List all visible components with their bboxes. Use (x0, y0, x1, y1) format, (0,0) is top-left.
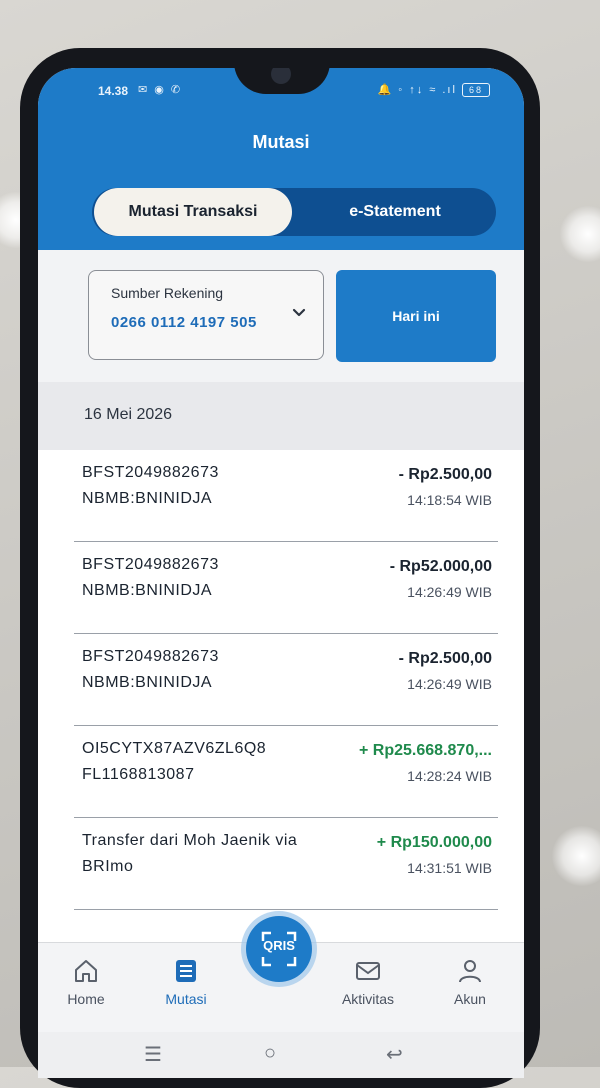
light-reflection (552, 826, 600, 886)
nav-home-label: Home (67, 991, 105, 1007)
transaction-amount: + Rp150.000,00 (376, 834, 492, 851)
transaction-description: NBMB:BNINIDJA (82, 490, 213, 507)
system-icons: 🔔 ◦ ↑↓ ≈ .ıl 68 (377, 83, 490, 98)
source-account-dropdown[interactable]: Sumber Rekening 0266 0112 4197 505 (88, 270, 324, 360)
transaction-amount: + Rp25.668.870,... (359, 742, 492, 759)
period-filter-button[interactable]: Hari ini (336, 270, 496, 362)
transaction-time: 14:28:24 WIB (407, 768, 492, 784)
system-navigation-bar: ☰ ○ ↩ (38, 1032, 524, 1078)
nav-aktivitas-label: Aktivitas (341, 991, 395, 1007)
nav-akun[interactable]: Akun (430, 957, 510, 1007)
source-account-value: 0266 0112 4197 505 (111, 314, 257, 331)
nav-home[interactable]: Home (46, 957, 126, 1007)
notification-icons: ✉ ◉ ✆ (138, 84, 183, 96)
list-icon (176, 960, 196, 982)
transaction-item[interactable]: BFST2049882673 NBMB:BNINIDJA - Rp2.500,0… (38, 450, 524, 542)
transaction-item[interactable]: Transfer dari Moh Jaenik via BRImo + Rp1… (38, 818, 524, 910)
transaction-description: FL1168813087 (82, 766, 195, 783)
transaction-item[interactable]: BFST2049882673 NBMB:BNINIDJA - Rp2.500,0… (38, 634, 524, 726)
transaction-reference: BFST2049882673 (82, 556, 219, 573)
divider (74, 909, 498, 910)
source-account-label: Sumber Rekening (111, 285, 224, 301)
tab-e-statement[interactable]: e-Statement (296, 188, 494, 236)
transaction-item[interactable]: OI5CYTX87AZV6ZL6Q8 FL1168813087 + Rp25.6… (38, 726, 524, 818)
transaction-description: BRImo (82, 858, 134, 875)
transaction-amount: - Rp2.500,00 (398, 650, 492, 667)
transaction-time: 14:18:54 WIB (407, 492, 492, 508)
transaction-time: 14:26:49 WIB (407, 676, 492, 692)
nav-mutasi-label: Mutasi (165, 991, 207, 1007)
phone-screen: 14.38 ✉ ◉ ✆ 🔔 ◦ ↑↓ ≈ .ıl 68 Mutasi Mutas… (38, 68, 524, 1078)
recents-icon[interactable]: ☰ (144, 1042, 162, 1067)
tab-mutasi-transaksi[interactable]: Mutasi Transaksi (94, 188, 292, 236)
status-time: 14.38 (98, 84, 129, 98)
envelope-icon (356, 962, 380, 980)
app-header: 14.38 ✉ ◉ ✆ 🔔 ◦ ↑↓ ≈ .ıl 68 Mutasi Mutas… (38, 68, 524, 250)
qris-label: QRIS (263, 938, 295, 953)
tab-switcher: Mutasi Transaksi e-Statement (92, 188, 496, 236)
transaction-list: 16 Mei 2026 BFST2049882673 NBMB:BNINIDJA… (38, 382, 524, 942)
signal-icons: 🔔 ◦ ↑↓ ≈ .ıl (377, 84, 457, 96)
battery-icon: 68 (462, 83, 490, 98)
transaction-description: NBMB:BNINIDJA (82, 674, 213, 691)
nav-akun-label: Akun (454, 991, 486, 1007)
transaction-amount: - Rp2.500,00 (398, 466, 492, 483)
status-bar: 14.38 ✉ ◉ ✆ 🔔 ◦ ↑↓ ≈ .ıl 68 (38, 82, 524, 102)
qris-scan-button[interactable]: QRIS (246, 916, 312, 982)
date-label: 16 Mei 2026 (84, 406, 173, 423)
transaction-reference: OI5CYTX87AZV6ZL6Q8 (82, 740, 267, 757)
transaction-reference: BFST2049882673 (82, 648, 219, 665)
home-circle-icon[interactable]: ○ (264, 1042, 276, 1065)
transaction-item[interactable]: BFST2049882673 NBMB:BNINIDJA - Rp52.000,… (38, 542, 524, 634)
transaction-description: NBMB:BNINIDJA (82, 582, 213, 599)
transaction-reference: Transfer dari Moh Jaenik via (82, 832, 298, 849)
light-reflection (560, 206, 600, 262)
back-icon[interactable]: ↩ (386, 1042, 403, 1067)
transaction-time: 14:26:49 WIB (407, 584, 492, 600)
transaction-reference: BFST2049882673 (82, 464, 219, 481)
chevron-down-icon (292, 308, 306, 317)
transaction-time: 14:31:51 WIB (407, 860, 492, 876)
nav-mutasi[interactable]: Mutasi (146, 957, 226, 1007)
transaction-amount: - Rp52.000,00 (389, 558, 492, 575)
person-icon (459, 960, 481, 983)
home-icon (75, 960, 97, 982)
page-title: Mutasi (252, 132, 310, 152)
nav-aktivitas[interactable]: Aktivitas (328, 957, 408, 1007)
date-header: 16 Mei 2026 (38, 382, 524, 450)
